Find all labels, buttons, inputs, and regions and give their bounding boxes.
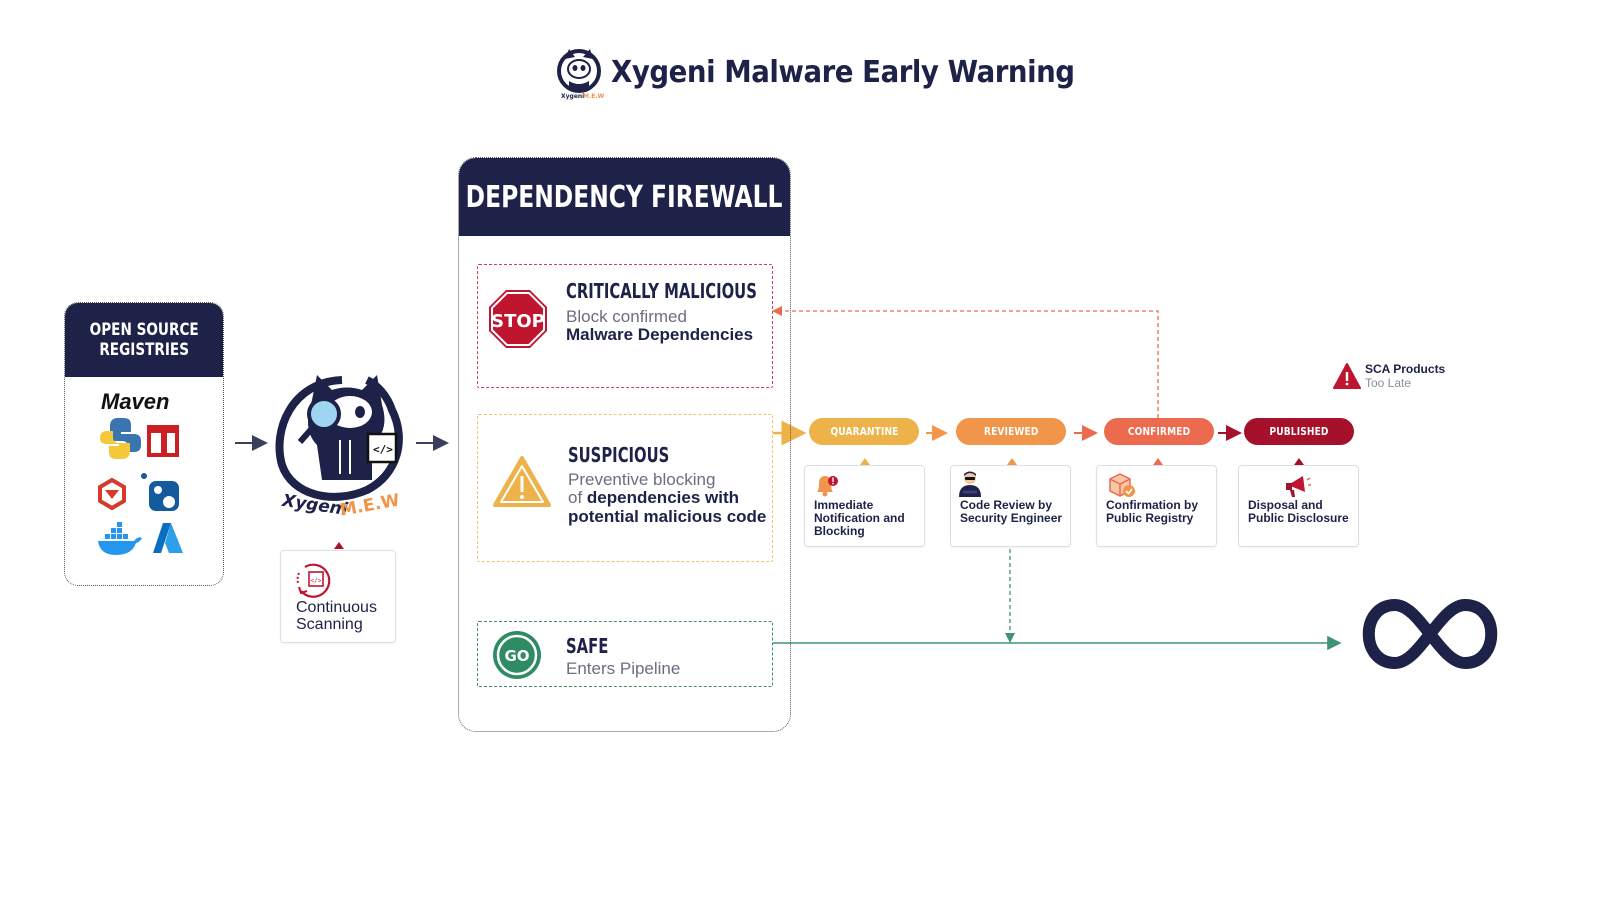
suspicious-description: Preventive blocking of dependencies with… — [568, 470, 767, 526]
stop-sign-icon: STOP — [489, 290, 547, 348]
confirmed-description: Confirmation by Public Registry — [1106, 498, 1198, 525]
safe-description: Enters Pipeline — [566, 659, 681, 678]
quarantine-description: Immediate Notification and Blocking — [814, 498, 905, 538]
stage-published: PUBLISHED — [1244, 418, 1354, 445]
connector-layer — [235, 306, 1498, 670]
sca-products-note: SCA Products Too Late — [1332, 360, 1452, 394]
firewall-header: DEPENDENCY FIREWALL — [459, 158, 790, 236]
reviewed-description: Code Review by Security Engineer — [960, 498, 1063, 525]
stage-reviewed: REVIEWED — [956, 418, 1066, 445]
bell-alert-icon — [817, 476, 838, 497]
svg-text:</>: </> — [373, 443, 393, 456]
sca-title: SCA Products — [1365, 362, 1446, 376]
critical-description: Block confirmed Malware Dependencies — [566, 307, 754, 344]
stage-confirmed: CONFIRMED — [1104, 418, 1214, 445]
warning-triangle-icon — [1333, 363, 1361, 389]
svg-text:</>: </> — [311, 578, 322, 585]
stage-card-confirmed: Confirmation by Public Registry — [1096, 465, 1217, 547]
quarantine-pointer — [860, 458, 870, 465]
safe-zone: GO SAFE Enters Pipeline — [477, 621, 773, 687]
continuous-scanning-label: Continuous Scanning — [296, 599, 377, 633]
suspicious-title: SUSPICIOUS — [568, 443, 670, 467]
stage-card-published: Disposal and Public Disclosure — [1238, 465, 1359, 547]
warning-triangle-icon — [493, 456, 551, 507]
safe-title: SAFE — [566, 634, 609, 658]
suspicious-zone: SUSPICIOUS Preventive blocking of depend… — [477, 414, 773, 562]
infinity-icon — [1362, 598, 1498, 670]
confirmed-pointer — [1153, 458, 1163, 465]
continuous-scanning-card: </> Continuous Scanning — [280, 550, 396, 643]
firewall-title: DEPENDENCY FIREWALL — [466, 179, 783, 215]
critically-malicious-zone: STOP CRITICALLY MALICIOUS Block confirme… — [477, 264, 773, 388]
go-badge-icon: GO — [493, 631, 541, 679]
scan-pointer — [334, 542, 344, 549]
published-pointer — [1294, 458, 1304, 465]
feedback-confirmed-to-critical — [778, 310, 1159, 418]
package-check-icon — [1109, 473, 1135, 497]
stage-quarantine: QUARANTINE — [809, 418, 919, 445]
stage-card-quarantine: Immediate Notification and Blocking — [804, 465, 925, 547]
xygeni-mew-mascot-icon: </> Xygeni M.E.W — [275, 375, 403, 521]
critical-title: CRITICALLY MALICIOUS — [566, 279, 757, 303]
published-description: Disposal and Public Disclosure — [1248, 498, 1349, 525]
svg-text:GO: GO — [504, 647, 529, 665]
stage-card-reviewed: Code Review by Security Engineer — [950, 465, 1071, 547]
sca-subtitle: Too Late — [1365, 376, 1412, 390]
reviewed-pointer — [1007, 458, 1017, 465]
security-engineer-icon — [959, 471, 981, 497]
megaphone-icon — [1286, 476, 1311, 497]
reviewed-to-pipeline-arrowhead — [1005, 633, 1015, 643]
continuous-scan-icon: </> — [296, 563, 331, 598]
svg-text:STOP: STOP — [491, 311, 545, 332]
